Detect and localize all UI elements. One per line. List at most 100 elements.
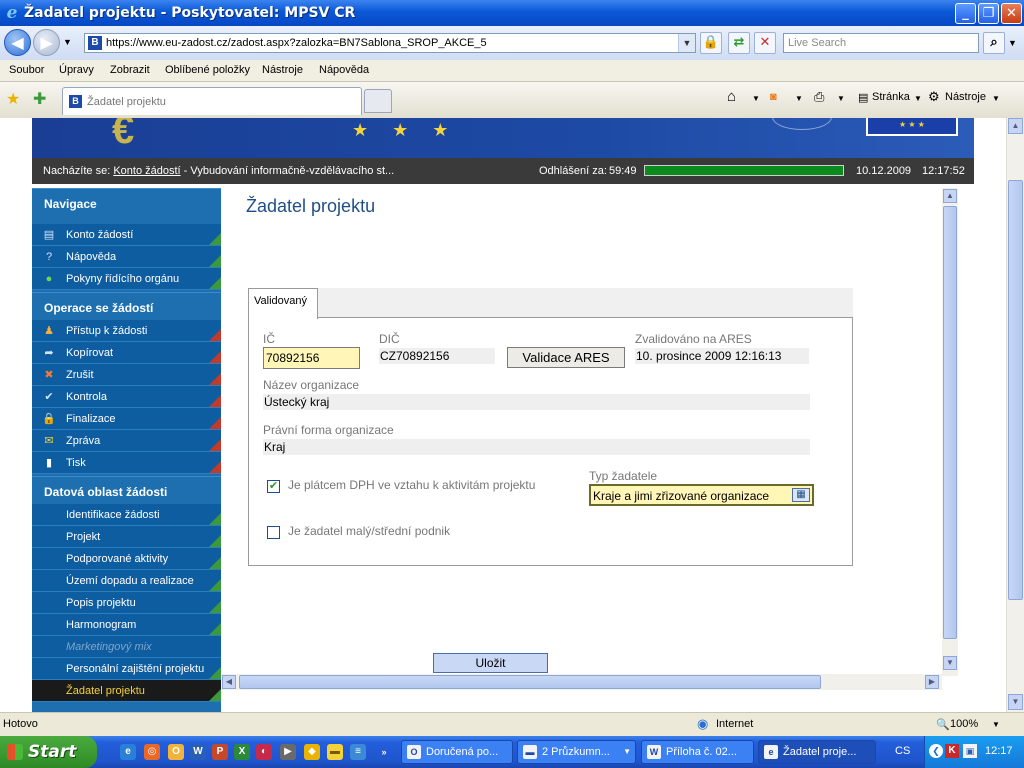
print-icon[interactable]: ⎙: [814, 89, 824, 105]
menu-help[interactable]: Nápověda: [319, 64, 369, 76]
tools-menu[interactable]: Nástroje: [945, 91, 986, 103]
sidebar-item-zadatel-projektu[interactable]: Žadatel projektu: [32, 680, 221, 702]
feeds-icon[interactable]: ◙: [770, 91, 777, 103]
vat-payer-checkbox[interactable]: ✔: [267, 480, 280, 493]
quicklaunch-outlook-icon[interactable]: O: [168, 744, 184, 760]
history-dropdown-icon[interactable]: ▼: [63, 37, 72, 47]
menu-view[interactable]: Zobrazit: [110, 64, 150, 76]
content-vertical-scrollbar[interactable]: ▲ ▼: [942, 188, 958, 676]
quicklaunch-word-icon[interactable]: W: [190, 744, 206, 760]
close-button[interactable]: ✕: [1001, 3, 1022, 24]
minimize-button[interactable]: _: [955, 3, 976, 24]
home-icon[interactable]: ⌂: [727, 88, 736, 105]
language-indicator[interactable]: CS: [895, 745, 910, 757]
sidebar-item-zrusit[interactable]: ✖ Zrušit: [32, 364, 221, 386]
search-options-icon[interactable]: ▼: [1008, 38, 1017, 48]
tools-dropdown-icon[interactable]: ▼: [992, 94, 1000, 103]
scroll-right-icon[interactable]: ▶: [925, 675, 939, 689]
content-horizontal-scrollbar[interactable]: ◀ ▶: [221, 674, 942, 690]
scroll-left-icon[interactable]: ◀: [222, 675, 236, 689]
task-explorer[interactable]: ▬ 2 Průzkumn... ▼: [517, 740, 636, 764]
lock-icon[interactable]: 🔒: [700, 32, 722, 54]
address-url[interactable]: https://www.eu-zadost.cz/zadost.aspx?zal…: [106, 37, 487, 49]
quicklaunch-firefox-icon[interactable]: ◎: [144, 744, 160, 760]
start-button[interactable]: Start: [0, 736, 97, 768]
sidebar-item-uzemi-dopadu[interactable]: Území dopadu a realizace: [32, 570, 221, 592]
sidebar-item-pristup[interactable]: ♟ Přístup k žádosti: [32, 320, 221, 342]
page-menu-icon[interactable]: ▤: [858, 91, 868, 104]
back-button[interactable]: ◀: [4, 29, 31, 56]
sidebar-item-identifikace[interactable]: Identifikace žádosti: [32, 504, 221, 526]
quicklaunch-folder-icon[interactable]: ▬: [327, 744, 343, 760]
quicklaunch-media-icon[interactable]: ◐: [256, 744, 272, 760]
tab-validovany[interactable]: Validovaný: [248, 288, 318, 319]
validate-ares-button[interactable]: Validace ARES: [507, 347, 625, 368]
calendar-picker-icon[interactable]: ▦: [792, 488, 810, 502]
favorites-star-icon[interactable]: ★: [6, 89, 20, 109]
sidebar-item-konto-zadosti[interactable]: ▤ Konto žádostí: [32, 224, 221, 246]
stop-button[interactable]: ✕: [754, 32, 776, 54]
task-browser[interactable]: e Žadatel proje...: [758, 740, 876, 764]
page-scroll-down-icon[interactable]: ▼: [1008, 694, 1023, 710]
home-dropdown-icon[interactable]: ▼: [752, 94, 760, 103]
zoom-level[interactable]: 100%: [950, 718, 978, 730]
page-scroll-thumb[interactable]: [1008, 180, 1023, 600]
search-icon[interactable]: ⌕: [983, 32, 1005, 54]
task-word[interactable]: W Příloha č. 02...: [641, 740, 754, 764]
quicklaunch-powerpoint-icon[interactable]: P: [212, 744, 228, 760]
save-button[interactable]: Uložit: [433, 653, 548, 673]
scroll-thumb[interactable]: [239, 675, 821, 689]
address-dropdown-icon[interactable]: ▼: [678, 34, 695, 52]
sidebar-item-tisk[interactable]: ▮ Tisk: [32, 452, 221, 474]
sidebar-item-zprava[interactable]: ✉ Zpráva: [32, 430, 221, 452]
clock[interactable]: 12:17: [985, 745, 1013, 757]
menu-tools[interactable]: Nástroje: [262, 64, 303, 76]
sidebar-item-kopirovat[interactable]: ➦ Kopírovat: [32, 342, 221, 364]
menu-edit[interactable]: Úpravy: [59, 64, 94, 76]
sidebar-item-kontrola[interactable]: ✔ Kontrola: [32, 386, 221, 408]
add-favorite-icon[interactable]: ✚: [33, 89, 46, 109]
zoom-dropdown-icon[interactable]: ▼: [992, 720, 1000, 729]
print-dropdown-icon[interactable]: ▼: [837, 94, 845, 103]
network-icon[interactable]: ▣: [963, 744, 977, 758]
task-outlook[interactable]: O Doručená po...: [401, 740, 513, 764]
quicklaunch-messenger-icon[interactable]: ◆: [304, 744, 320, 760]
tray-collapse-icon[interactable]: ❮: [929, 744, 943, 758]
forward-button[interactable]: ▶: [33, 29, 60, 56]
sme-checkbox[interactable]: [267, 526, 280, 539]
address-field[interactable]: B https://www.eu-zadost.cz/zadost.aspx?z…: [84, 33, 696, 53]
sidebar-item-napoveda[interactable]: ? Nápověda: [32, 246, 221, 268]
page-dropdown-icon[interactable]: ▼: [914, 94, 922, 103]
window-title-bar[interactable]: e Žadatel projektu - Poskytovatel: MPSV …: [0, 0, 1024, 26]
scroll-down-icon[interactable]: ▼: [943, 656, 957, 670]
restore-button[interactable]: ❐: [978, 3, 999, 24]
ic-field[interactable]: 70892156: [263, 347, 360, 369]
sidebar-item-popis-projektu[interactable]: Popis projektu: [32, 592, 221, 614]
refresh-button[interactable]: ⇄: [728, 32, 750, 54]
page-vertical-scrollbar[interactable]: ▲ ▼: [1006, 118, 1024, 712]
menu-file[interactable]: Soubor: [9, 64, 44, 76]
quicklaunch-ie-icon[interactable]: e: [120, 744, 136, 760]
page-menu[interactable]: Stránka: [872, 91, 910, 103]
gear-icon[interactable]: ⚙: [928, 89, 940, 105]
tab-zadatel-projektu[interactable]: B Žadatel projektu: [62, 87, 362, 115]
sidebar-item-finalizace[interactable]: 🔒 Finalizace: [32, 408, 221, 430]
zoom-icon[interactable]: 🔍: [936, 718, 950, 731]
new-tab-button[interactable]: [364, 89, 392, 113]
sidebar-item-podporovane-aktivity[interactable]: Podporované aktivity: [32, 548, 221, 570]
page-scroll-up-icon[interactable]: ▲: [1008, 118, 1023, 134]
antivirus-icon[interactable]: K: [945, 744, 959, 758]
quicklaunch-extra-icon[interactable]: ≡: [350, 744, 366, 760]
sidebar-item-harmonogram[interactable]: Harmonogram: [32, 614, 221, 636]
feeds-dropdown-icon[interactable]: ▼: [795, 94, 803, 103]
quicklaunch-player-icon[interactable]: ▶: [280, 744, 296, 760]
menu-favorites[interactable]: Oblíbené položky: [165, 64, 250, 76]
scroll-thumb[interactable]: [943, 206, 957, 639]
quicklaunch-excel-icon[interactable]: X: [234, 744, 250, 760]
sidebar-item-pokyny[interactable]: ● Pokyny řídícího orgánu: [32, 268, 221, 290]
search-input[interactable]: Live Search: [783, 33, 979, 53]
applicant-type-select[interactable]: Kraje a jimi zřizované organizace ▦: [589, 484, 814, 506]
scroll-up-icon[interactable]: ▲: [943, 189, 957, 203]
sidebar-item-projekt[interactable]: Projekt: [32, 526, 221, 548]
quicklaunch-expand-icon[interactable]: »: [376, 744, 392, 760]
